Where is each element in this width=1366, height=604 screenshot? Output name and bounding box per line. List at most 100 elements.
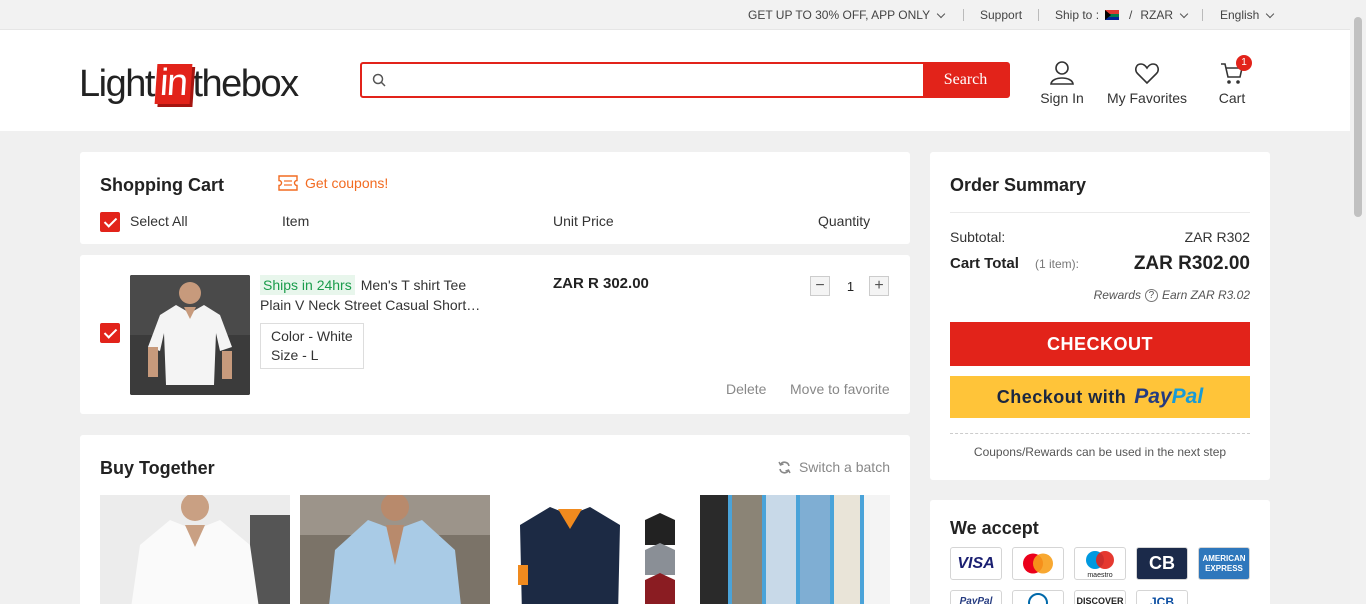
logo-text-in: in — [154, 62, 192, 104]
ship-to-selector[interactable]: Ship to : / RZAR — [1055, 8, 1189, 22]
select-all-label: Select All — [130, 213, 188, 229]
we-accept-panel: We accept VISA maestro CB AMERICAN EXPRES… — [930, 500, 1270, 604]
product-title-link[interactable]: Ships in 24hrs Men's T shirt Tee Plain V … — [260, 275, 500, 315]
switch-batch-button[interactable]: Switch a batch — [778, 459, 890, 475]
currency-label: RZAR — [1140, 8, 1174, 22]
product-color: Color - White — [271, 328, 353, 344]
ship-to-label: Ship to : — [1055, 8, 1100, 22]
rewards-row: Rewards ? Earn ZAR R3.02 — [1094, 288, 1250, 302]
scrollbar-thumb[interactable] — [1354, 17, 1362, 217]
language-selector[interactable]: English — [1220, 8, 1275, 22]
rewards-label: Rewards — [1093, 288, 1141, 302]
order-summary-title: Order Summary — [950, 175, 1087, 195]
linen-pants-photo — [700, 495, 890, 604]
subtotal-label: Subtotal: — [950, 229, 1006, 245]
support-link[interactable]: Support — [980, 8, 1022, 22]
paypal-logo-pal: Pal — [1171, 385, 1204, 408]
site-header: Light in thebox Search Sign In My Favorite… — [0, 30, 1350, 131]
maestro-icon: maestro — [1074, 547, 1126, 580]
item-checkbox[interactable] — [100, 323, 120, 343]
mastercard-icon — [1012, 547, 1064, 580]
white-henley-shirt-photo — [100, 495, 290, 604]
divider — [950, 212, 1250, 213]
visa-label: VISA — [957, 555, 995, 572]
get-coupons-link[interactable]: Get coupons! — [278, 175, 388, 191]
question-icon[interactable]: ? — [1144, 288, 1158, 302]
paypal-checkout-button[interactable]: Checkout with PayPal — [950, 376, 1250, 418]
product-size: Size - L — [271, 347, 319, 363]
checkout-button[interactable]: CHECKOUT — [950, 322, 1250, 366]
language-label: English — [1220, 8, 1260, 22]
quantity-increase-button[interactable]: + — [869, 276, 889, 296]
amex-label-2: EXPRESS — [1205, 564, 1243, 573]
cart-header-panel: Shopping Cart Get coupons! Select All It… — [80, 152, 910, 244]
recommended-product[interactable] — [100, 495, 290, 604]
recommended-product[interactable] — [500, 495, 690, 604]
south-africa-flag-icon — [1105, 10, 1120, 20]
recommended-product[interactable] — [300, 495, 490, 604]
subtotal-value: ZAR R302 — [1184, 229, 1250, 245]
blue-linen-shirt-photo — [300, 495, 490, 604]
amex-label-1: AMERICAN — [1202, 554, 1246, 563]
switch-batch-label: Switch a batch — [798, 459, 890, 475]
favorites-label: My Favorites — [1106, 90, 1188, 106]
column-quantity: Quantity — [818, 213, 871, 229]
quantity-value[interactable]: 1 — [832, 279, 869, 294]
cart-total-value: ZAR R302.00 — [1133, 253, 1250, 274]
chevron-down-icon — [1266, 9, 1275, 18]
coupon-note: Coupons/Rewards can be used in the next … — [973, 445, 1227, 459]
sign-in-label: Sign In — [1040, 90, 1084, 106]
search-input[interactable] — [394, 64, 919, 96]
divider — [1202, 9, 1203, 21]
search-bar: Search — [360, 62, 1010, 98]
chevron-down-icon — [936, 9, 946, 18]
move-to-favorite-link[interactable]: Move to favorite — [790, 381, 890, 397]
recommended-product[interactable] — [700, 495, 890, 604]
select-all-checkbox[interactable] — [100, 212, 120, 232]
cart-item: Ships in 24hrs Men's T shirt Tee Plain V … — [80, 255, 910, 414]
amex-icon: AMERICAN EXPRESS — [1198, 547, 1250, 580]
page-scrollbar[interactable] — [1350, 0, 1366, 604]
cart-link[interactable]: 1 Cart — [1216, 55, 1252, 106]
heart-icon — [1135, 63, 1159, 85]
top-bar: GET UP TO 30% OFF, APP ONLY Support Ship… — [0, 0, 1350, 30]
logo-text-light: Light — [79, 62, 155, 105]
app-promo-text: GET UP TO 30% OFF, APP ONLY — [748, 8, 931, 22]
delete-link[interactable]: Delete — [726, 381, 766, 397]
chevron-down-icon — [1179, 9, 1189, 18]
cb-label: CB — [1149, 553, 1175, 573]
user-icon — [1050, 61, 1074, 85]
quantity-decrease-button[interactable]: − — [810, 276, 830, 296]
paypal-logo-pay: Pay — [1134, 385, 1172, 408]
divider — [950, 433, 1250, 434]
paypal-checkout-label: Checkout with — [996, 386, 1127, 407]
polo-shirts-photo — [500, 495, 690, 604]
cart-count-badge: 1 — [1236, 55, 1252, 71]
diners-icon — [1012, 590, 1064, 604]
order-summary-panel: Order Summary Subtotal: ZAR R302 Cart To… — [930, 152, 1270, 480]
maestro-label: maestro — [1087, 572, 1113, 579]
product-image[interactable] — [130, 275, 250, 395]
site-logo[interactable]: Light in thebox — [79, 62, 299, 105]
amex-label: AMERICAN EXPRESS — [1199, 548, 1249, 574]
buy-together-title: Buy Together — [100, 458, 215, 478]
favorites-link[interactable]: My Favorites — [1106, 60, 1188, 106]
slash: / — [1129, 8, 1133, 22]
paypal-logo: PayPal — [1134, 385, 1203, 409]
search-button[interactable]: Search — [923, 64, 1008, 96]
paypal-label: PayPal — [959, 596, 993, 604]
cb-icon: CB — [1136, 547, 1188, 580]
discover-label: DISCOVER — [1076, 596, 1124, 604]
product-name-line2: Plain V Neck Street Casual Short… — [260, 297, 481, 313]
column-unit-price: Unit Price — [553, 213, 614, 229]
app-promo-link[interactable]: GET UP TO 30% OFF, APP ONLY — [748, 8, 946, 22]
jcb-label: JCB — [1149, 595, 1174, 604]
buy-together-panel: Buy Together Switch a batch — [80, 435, 910, 604]
paypal-icon: PayPal — [950, 590, 1002, 604]
cart-title: Shopping Cart — [100, 175, 224, 195]
sign-in-link[interactable]: Sign In — [1040, 60, 1084, 106]
product-options[interactable]: Color - White Size - L — [260, 323, 364, 369]
rewards-value: Earn ZAR R3.02 — [1161, 288, 1250, 302]
divider — [963, 9, 964, 21]
divider — [1038, 9, 1039, 21]
